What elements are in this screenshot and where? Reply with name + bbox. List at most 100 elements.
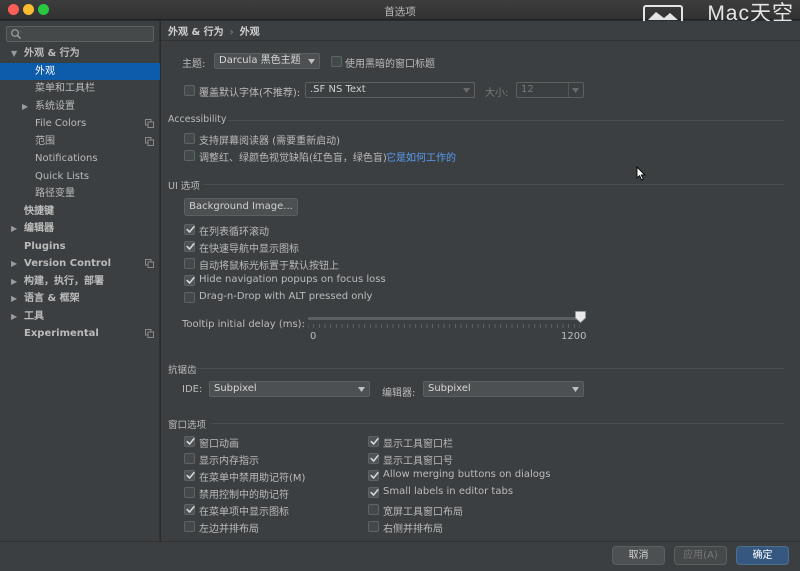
ui-option-checkbox[interactable] xyxy=(184,241,195,252)
slider-min-label: 0 xyxy=(310,331,317,342)
ui-option-checkbox[interactable] xyxy=(184,292,195,303)
checkmark-icon xyxy=(370,455,379,462)
sidebar-item[interactable]: 快捷键 xyxy=(0,203,160,221)
sidebar-item[interactable]: ▼ 外观 & 行为 xyxy=(0,45,160,63)
sidebar-item-label: 路径变量 xyxy=(35,188,75,199)
screen-reader-checkbox[interactable] xyxy=(184,133,195,144)
sidebar-item[interactable]: 范围 xyxy=(0,133,160,151)
apply-button[interactable]: 应用(A) xyxy=(674,546,727,565)
chevron-right-icon[interactable]: ▶ xyxy=(11,273,17,291)
chevron-right-icon[interactable]: ▶ xyxy=(22,98,28,116)
background-image-button[interactable]: Background Image... xyxy=(184,198,298,216)
ui-option-label: Drag-n-Drop with ALT pressed only xyxy=(199,291,373,302)
checkmark-icon xyxy=(370,438,379,445)
checkmark-icon xyxy=(186,438,195,445)
window-title: 首选项 xyxy=(384,6,416,18)
screen-reader-label: 支持屏幕阅读器 (需要重新启动) xyxy=(199,136,340,147)
sidebar-item[interactable]: 菜单和工具栏 xyxy=(0,80,160,98)
checkmark-icon xyxy=(186,277,195,284)
section-divider xyxy=(228,120,784,121)
chevron-right-icon[interactable]: ▶ xyxy=(11,255,17,273)
chevron-right-icon[interactable]: ▶ xyxy=(11,290,17,308)
sidebar-item[interactable]: Plugins xyxy=(0,238,160,256)
slider-max-label: 1200 xyxy=(561,331,587,342)
window-option-label: Small labels in editor tabs xyxy=(383,486,514,497)
window-option-label: 右侧并排布局 xyxy=(383,524,443,535)
window-option-checkbox[interactable] xyxy=(368,487,379,498)
editor-antialiasing-select[interactable]: Subpixel xyxy=(423,381,584,397)
sidebar-item-label: 范围 xyxy=(35,135,55,147)
sidebar-item[interactable]: ▶ 编辑器 xyxy=(0,220,160,238)
font-family-select[interactable]: .SF NS Text xyxy=(305,82,475,98)
chevron-down-icon xyxy=(572,88,579,93)
window-option-checkbox[interactable] xyxy=(368,521,379,532)
sidebar-item[interactable]: 路径变量 xyxy=(0,185,160,203)
window-option-checkbox[interactable] xyxy=(184,453,195,464)
override-font-label: 覆盖默认字体(不推荐): xyxy=(199,88,301,99)
sidebar-item-label: 编辑器 xyxy=(24,223,54,234)
ok-button[interactable]: 确定 xyxy=(736,546,789,565)
ui-options-section-title: UI 选项 xyxy=(168,181,200,192)
cancel-button[interactable]: 取消 xyxy=(612,546,665,565)
window-option-checkbox[interactable] xyxy=(184,521,195,532)
window-option-checkbox[interactable] xyxy=(368,436,379,447)
appearance-settings-panel: 外观 & 行为 › 外观 主题: Darcula 黑色主题 使用黑暗的窗口标题 覆盖… xyxy=(161,21,800,541)
checkmark-icon xyxy=(186,243,195,250)
font-size-select[interactable]: 12 xyxy=(516,82,584,98)
override-font-checkbox[interactable] xyxy=(184,85,195,96)
checkmark-icon xyxy=(186,506,195,513)
sidebar-item-label: File Colors xyxy=(35,118,87,129)
slider-thumb[interactable] xyxy=(574,311,586,323)
ui-option-checkbox[interactable] xyxy=(184,275,195,286)
breadcrumb: 外观 & 行为 › 外观 xyxy=(168,23,260,38)
sidebar-item[interactable]: Experimental xyxy=(0,325,160,343)
ui-option-checkbox[interactable] xyxy=(184,258,195,269)
sidebar-item-label: Version Control xyxy=(24,258,112,269)
window-option-checkbox[interactable] xyxy=(184,487,195,498)
font-size-value: 12 xyxy=(521,84,534,95)
settings-search-input[interactable] xyxy=(6,26,154,42)
window-option-checkbox[interactable] xyxy=(368,504,379,515)
window-option-checkbox[interactable] xyxy=(368,453,379,464)
chevron-right-icon[interactable]: ▶ xyxy=(11,308,17,326)
sidebar-item[interactable]: File Colors xyxy=(0,115,160,133)
window-option-label: 显示工具窗口栏 xyxy=(383,439,453,450)
sidebar-item-label: 构建，执行，部署 xyxy=(24,275,104,287)
header-divider xyxy=(161,40,800,41)
section-divider xyxy=(203,184,784,185)
chevron-down-icon xyxy=(572,387,579,392)
sidebar-item[interactable]: Quick Lists xyxy=(0,168,160,186)
window-option-checkbox[interactable] xyxy=(184,436,195,447)
chevron-down-icon xyxy=(463,88,470,93)
dark-titlebar-checkbox[interactable] xyxy=(331,56,342,67)
checkmark-icon xyxy=(186,472,195,479)
ide-antialiasing-select[interactable]: Subpixel xyxy=(209,381,370,397)
sidebar-item[interactable]: ▶ 构建，执行，部署 xyxy=(0,273,160,291)
how-it-works-link[interactable]: 它是如何工作的 xyxy=(386,149,456,164)
tooltip-delay-slider[interactable]: 0 1200 xyxy=(308,310,586,342)
window-option-label: 左边并排布局 xyxy=(199,524,259,535)
sidebar-item[interactable]: ▶ Version Control xyxy=(0,255,160,273)
window-option-checkbox[interactable] xyxy=(184,470,195,481)
ui-option-label: 自动将鼠标光标置于默认按钮上 xyxy=(199,261,339,272)
sidebar-item[interactable]: ▶ 语言 & 框架 xyxy=(0,290,160,308)
color-blind-checkbox[interactable] xyxy=(184,150,195,161)
sidebar-item[interactable]: ▶ 系统设置 xyxy=(0,98,160,116)
sidebar-item-label: 快捷键 xyxy=(24,205,54,217)
ui-option-label: 在列表循环滚动 xyxy=(199,227,269,238)
sidebar-item[interactable]: ▶ 工具 xyxy=(0,308,160,326)
window-option-checkbox[interactable] xyxy=(184,504,195,515)
checkmark-icon xyxy=(370,489,379,496)
settings-sidebar: ▼ 外观 & 行为 外观 菜单和工具栏 ▶ 系统设置 File Colors 范围 Notifi… xyxy=(0,21,160,541)
window-option-checkbox[interactable] xyxy=(368,470,379,481)
chevron-down-icon[interactable]: ▼ xyxy=(11,45,17,63)
window-option-label: 宽屏工具窗口布局 xyxy=(383,507,463,518)
window-option-label: 窗口动画 xyxy=(199,439,239,450)
sidebar-item[interactable]: 外观 xyxy=(0,62,160,80)
settings-tree: ▼ 外观 & 行为 外观 菜单和工具栏 ▶ 系统设置 File Colors 范围 Notifi… xyxy=(0,45,160,343)
theme-select[interactable]: Darcula 黑色主题 xyxy=(214,53,320,69)
sidebar-item[interactable]: Notifications xyxy=(0,150,160,168)
section-divider xyxy=(195,368,784,369)
chevron-right-icon[interactable]: ▶ xyxy=(11,220,17,238)
ui-option-checkbox[interactable] xyxy=(184,224,195,235)
